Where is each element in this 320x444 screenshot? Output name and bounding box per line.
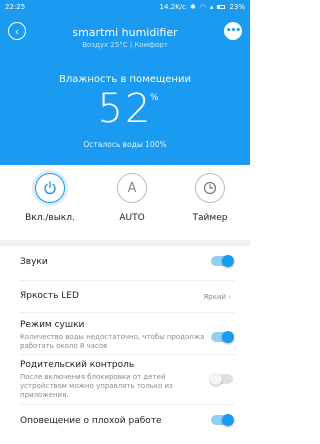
parental-description: После включения блокировки от детей устр… — [20, 373, 173, 400]
dry-mode-toggle[interactable] — [211, 331, 234, 343]
wifi-icon: ◠ — [199, 3, 206, 11]
timer-label: Таймер — [192, 213, 228, 223]
setting-fault-alert[interactable]: Оповещение о плохой работе — [20, 414, 235, 426]
row-divider — [20, 354, 235, 355]
auto-icon: A — [127, 180, 137, 196]
control-buttons: Вкл./выкл. A AUTO Таймер — [0, 165, 250, 240]
device-title: smartmi humidifier — [72, 26, 178, 39]
parental-label: Родительский контроль — [20, 360, 135, 370]
timer-control[interactable]: Таймер — [175, 173, 245, 223]
power-button[interactable] — [35, 173, 65, 203]
power-label: Вкл./выкл. — [25, 213, 75, 223]
power-icon — [44, 181, 56, 195]
status-time: 22:25 — [5, 3, 26, 11]
setting-sounds[interactable]: Звуки — [20, 255, 235, 267]
led-value: Яркий › — [203, 293, 231, 301]
setting-dry-mode[interactable]: Режим сушки Количество воды недостаточно… — [20, 320, 235, 351]
row-divider — [20, 280, 235, 281]
section-divider — [0, 240, 250, 246]
auto-control[interactable]: A AUTO — [97, 173, 167, 223]
setting-parental-control[interactable]: Родительский контроль После включения бл… — [20, 360, 235, 400]
auto-button[interactable]: A — [117, 173, 147, 203]
status-bar: 22:25 14.2K/с ✱ ◠ ▴ 23% — [0, 0, 250, 14]
humidity-label: Влажность в помещении — [59, 74, 191, 85]
timer-button[interactable] — [195, 173, 225, 203]
fault-alert-label: Оповещение о плохой работе — [20, 416, 162, 426]
auto-label: AUTO — [119, 213, 145, 223]
sounds-toggle[interactable] — [211, 255, 234, 267]
parental-toggle[interactable] — [210, 373, 233, 385]
header-panel: 22:25 14.2K/с ✱ ◠ ▴ 23% ‹ ••• smartmi hu… — [0, 0, 250, 165]
battery-level: 23% — [229, 3, 245, 11]
network-speed: 14.2K/с — [159, 3, 186, 11]
fault-alert-toggle[interactable] — [211, 414, 234, 426]
water-status: Осталось воды 100% — [83, 140, 167, 149]
sounds-label: Звуки — [20, 257, 48, 267]
row-divider — [20, 312, 235, 313]
humidity-value: 52 — [97, 86, 153, 132]
dry-mode-description: Количество воды недостаточно, чтобы прод… — [20, 333, 205, 351]
row-divider — [20, 404, 235, 405]
power-control[interactable]: Вкл./выкл. — [15, 173, 85, 223]
device-subtitle: Воздух 25°C | Комфорт — [82, 41, 168, 49]
dry-mode-label: Режим сушки — [20, 320, 85, 330]
humidity-unit: % — [150, 93, 159, 103]
setting-led-brightness[interactable]: Яркость LED Яркий › — [20, 291, 235, 301]
chevron-right-icon: › — [228, 293, 231, 301]
bluetooth-icon: ✱ — [189, 3, 196, 11]
clock-icon — [203, 181, 217, 195]
battery-icon — [217, 5, 226, 9]
signal-icon: ▴ — [209, 3, 214, 11]
